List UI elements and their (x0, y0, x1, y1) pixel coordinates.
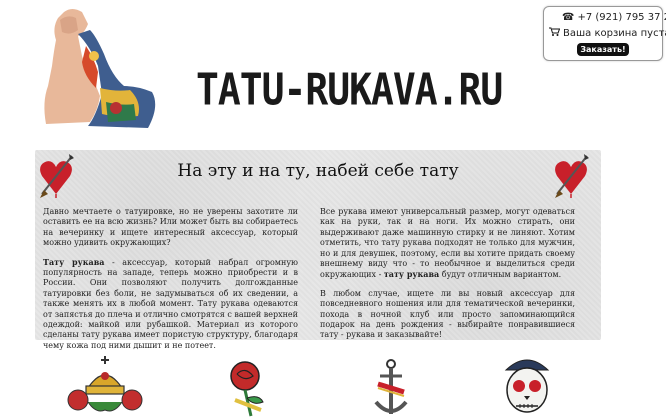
bold-term: тату рукава (383, 269, 440, 280)
phone-number[interactable]: +7 (921) 795 37 21 (577, 12, 666, 23)
tattoo-arm-image (44, 9, 156, 128)
phone-icon: ☎ (562, 12, 575, 23)
intro-paragraph: Давно мечтаете о татуировке, но не увере… (43, 207, 298, 248)
anchor-tattoo-image[interactable] (372, 358, 410, 420)
order-button[interactable]: Заказать! (577, 43, 629, 56)
contact-cart-box: ☎ +7 (921) 795 37 21 Ваша корзина пуста … (543, 6, 666, 61)
features-text-end: будут отличным вариантом. (439, 270, 562, 280)
cart-status: Ваша корзина пуста (563, 27, 666, 39)
description-text: - аксессуар, который набрал огромную поп… (43, 257, 299, 350)
features-text: Все рукава имеют универсальный размер, м… (320, 207, 575, 280)
page-headline: На эту и на ту, набей себе тату (177, 161, 459, 181)
sugar-skull-tattoo-image[interactable] (498, 352, 556, 420)
description-paragraph: Тату рукава - аксессуар, который набрал … (43, 257, 298, 352)
bold-term: Тату рукава (43, 256, 105, 267)
text-column-left: Давно мечтаете о татуировке, но не увере… (43, 207, 298, 359)
cart-icon (549, 27, 561, 39)
heart-dagger-icon (40, 154, 74, 198)
text-column-right: Все рукава имеют универсальный размер, м… (320, 207, 575, 349)
phone-row: ☎ +7 (921) 795 37 21 (562, 12, 666, 23)
call-to-action-paragraph: В любом случае, ищете ли вы новый аксесс… (320, 288, 575, 340)
cart-row[interactable]: Ваша корзина пуста (549, 27, 666, 39)
rose-tattoo-image[interactable] (225, 360, 269, 420)
features-paragraph: Все рукава имеют универсальный размер, м… (320, 207, 575, 281)
site-logo[interactable]: TATU-RUKAVA.RU (196, 64, 503, 115)
content-panel: На эту и на ту, набей себе тату Давно ме… (35, 150, 601, 350)
crown-roses-tattoo-image[interactable] (66, 352, 144, 420)
heart-dagger-icon (555, 154, 589, 198)
